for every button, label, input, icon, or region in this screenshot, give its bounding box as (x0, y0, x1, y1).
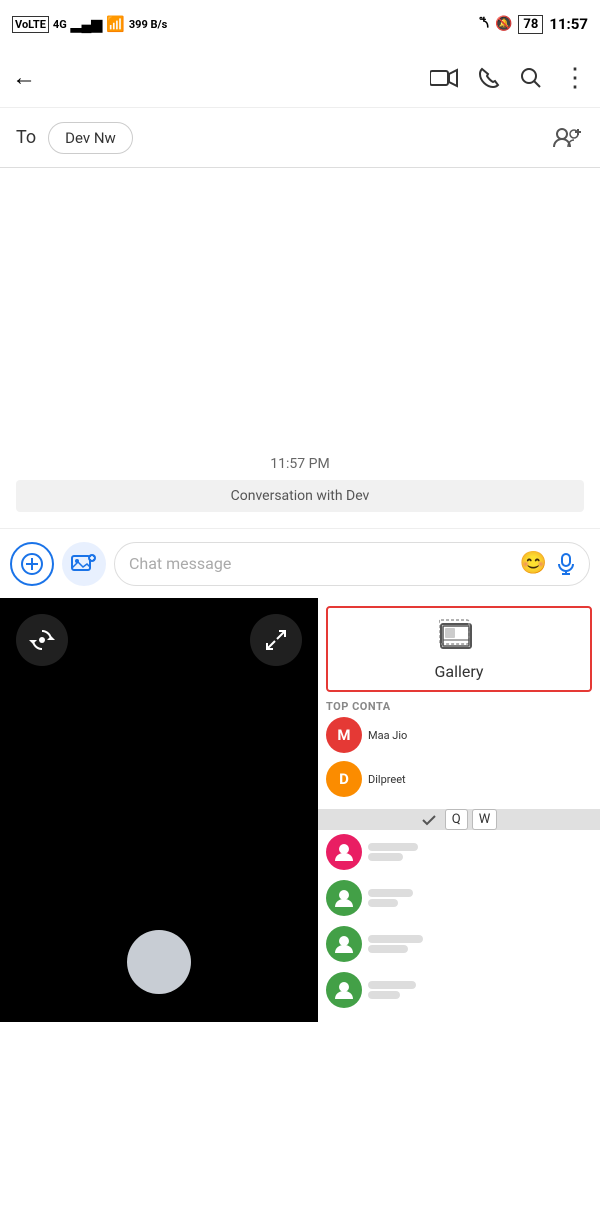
top-bar: ← ⋮ (0, 48, 600, 108)
wifi-icon: 📶 (106, 15, 125, 33)
contact-name-maa: Maa Jio (368, 729, 407, 742)
bluetooth-icon: ⯲ (479, 12, 489, 36)
time-display: 11:57 (549, 15, 588, 33)
keyboard-hint-row: Q W (318, 809, 600, 830)
emoji-icon[interactable]: 😊 (520, 551, 547, 576)
more-contact-avatar-1 (326, 834, 362, 870)
more-contact-1[interactable] (326, 834, 592, 870)
speed-indicator: 399 B/s (129, 18, 167, 31)
contact-name-dilpreet: Dilpreet (368, 773, 406, 786)
rotate-camera-button[interactable] (16, 614, 68, 666)
expand-camera-button[interactable] (250, 614, 302, 666)
right-panel: Gallery TOP CONTA M Maa Jio D Dilpreet Q… (318, 598, 600, 1022)
contact-item-dilpreet[interactable]: D Dilpreet (326, 761, 592, 797)
message-area: 11:57 PM Conversation with Dev (0, 168, 600, 528)
chat-input-placeholder: Chat message (129, 554, 231, 573)
key-w: W (472, 809, 498, 830)
keyboard-row: Q W (445, 809, 498, 830)
top-contacts-panel: TOP CONTA M Maa Jio D Dilpreet (318, 696, 600, 809)
more-contact-lines-2 (368, 889, 413, 907)
mic-icon[interactable] (557, 553, 575, 575)
contact-item-maa[interactable]: M Maa Jio (326, 717, 592, 753)
gallery-tile[interactable]: Gallery (326, 606, 592, 692)
mute-icon: 🔕 (495, 16, 512, 32)
battery-indicator: 78 (518, 15, 543, 34)
more-contact-2[interactable] (326, 880, 592, 916)
top-contacts-header: TOP CONTA (326, 700, 592, 713)
input-row: Chat message 😊 (0, 528, 600, 598)
more-contact-avatar-4 (326, 972, 362, 1008)
more-contact-lines-3 (368, 935, 423, 953)
more-contact-lines-1 (368, 843, 418, 861)
more-vert-icon[interactable]: ⋮ (562, 63, 588, 93)
status-bar: VoLTE 4G ▂▄▆ 📶 399 B/s ⯲ 🔕 78 11:57 (0, 0, 600, 48)
conversation-label: Conversation with Dev (16, 480, 584, 512)
to-row: To Dev Nw (0, 108, 600, 168)
add-attachment-button[interactable] (10, 542, 54, 586)
bottom-area: Gallery TOP CONTA M Maa Jio D Dilpreet Q… (0, 598, 600, 1022)
to-label: To (16, 127, 36, 148)
more-contact-lines-4 (368, 981, 416, 999)
chat-input-icons: 😊 (520, 551, 575, 576)
signal-4g: 4G (53, 18, 67, 31)
status-right: ⯲ 🔕 78 11:57 (479, 12, 588, 36)
gallery-input-button[interactable] (62, 542, 106, 586)
contact-avatar-dilpreet: D (326, 761, 362, 797)
more-contact-4[interactable] (326, 972, 592, 1008)
add-people-icon[interactable] (552, 125, 584, 151)
signal-bars: ▂▄▆ (71, 16, 102, 33)
message-timestamp: 11:57 PM (270, 456, 329, 472)
video-camera-icon[interactable] (430, 68, 458, 88)
chat-input-pill[interactable]: Chat message 😊 (114, 542, 590, 586)
camera-shutter-button[interactable] (127, 930, 191, 994)
search-icon[interactable] (520, 67, 542, 89)
more-contact-3[interactable] (326, 926, 592, 962)
camera-panel (0, 598, 318, 1022)
status-left: VoLTE 4G ▂▄▆ 📶 399 B/s (12, 15, 167, 33)
more-contacts-panel (318, 830, 600, 1022)
contact-chip[interactable]: Dev Nw (48, 122, 133, 154)
gallery-label: Gallery (435, 662, 484, 681)
key-q: Q (445, 809, 468, 830)
more-contact-avatar-3 (326, 926, 362, 962)
phone-icon[interactable] (478, 67, 500, 89)
gallery-icon (439, 618, 479, 654)
more-contact-avatar-2 (326, 880, 362, 916)
contact-avatar-maa: M (326, 717, 362, 753)
volte-indicator: VoLTE (12, 16, 49, 33)
top-bar-icons: ⋮ (430, 63, 588, 93)
back-button[interactable]: ← (12, 63, 36, 92)
